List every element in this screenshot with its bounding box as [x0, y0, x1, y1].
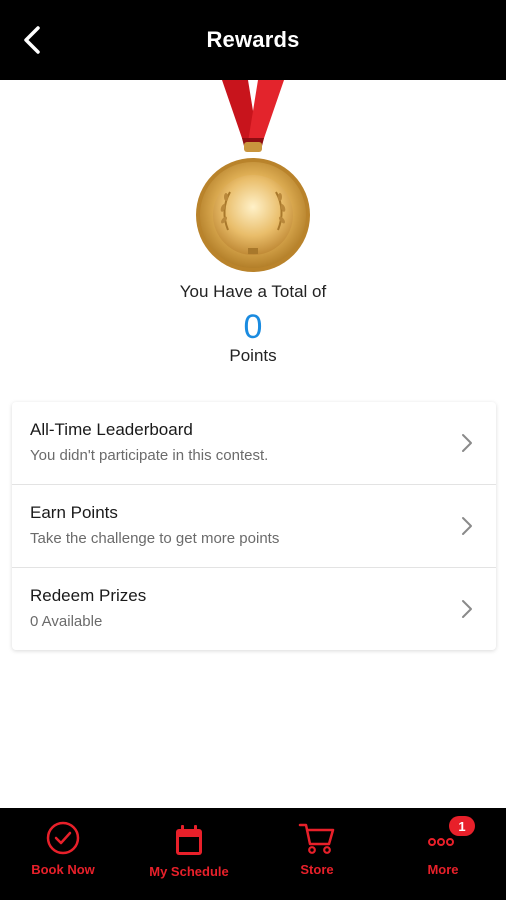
tab-label: Book Now — [31, 862, 95, 877]
row-subtitle: 0 Available — [30, 613, 103, 630]
tab-label: Store — [300, 862, 334, 877]
row-title: Earn Points — [30, 503, 118, 522]
points-unit-label: Points — [229, 346, 277, 365]
cart-icon — [298, 823, 335, 854]
row-subtitle: You didn't participate in this contest. — [30, 447, 269, 464]
chevron-right-icon — [462, 434, 472, 452]
tab-more[interactable]: 1 More — [380, 808, 506, 900]
leaderboard-row[interactable]: All-Time Leaderboard You didn't particip… — [12, 402, 496, 484]
rewards-menu-card: All-Time Leaderboard You didn't particip… — [12, 402, 496, 650]
tab-my-schedule[interactable]: My Schedule — [126, 808, 252, 900]
notification-badge: 1 — [449, 816, 475, 836]
redeem-prizes-row[interactable]: Redeem Prizes 0 Available — [12, 567, 496, 650]
row-title: All-Time Leaderboard — [30, 420, 193, 439]
chevron-right-icon — [462, 517, 472, 535]
bottom-navigation: Book Now My Schedule Store 1 More — [0, 808, 506, 900]
tab-book-now[interactable]: Book Now — [0, 808, 126, 900]
calendar-icon — [176, 825, 202, 855]
row-subtitle: Take the challenge to get more points — [30, 530, 280, 547]
row-title: Redeem Prizes — [30, 586, 147, 605]
chevron-right-icon — [462, 600, 472, 618]
points-value: 0 — [243, 308, 263, 346]
tab-store[interactable]: Store — [254, 808, 380, 900]
check-circle-icon — [46, 821, 80, 855]
page-title: Rewards — [206, 27, 300, 52]
earn-points-row[interactable]: Earn Points Take the challenge to get mo… — [12, 484, 496, 567]
gold-medal-icon — [190, 80, 316, 280]
top-app-bar: Rewards — [0, 0, 506, 80]
tab-label: More — [427, 862, 459, 877]
points-total-label: You Have a Total of — [179, 282, 327, 301]
tab-label: My Schedule — [149, 864, 229, 879]
